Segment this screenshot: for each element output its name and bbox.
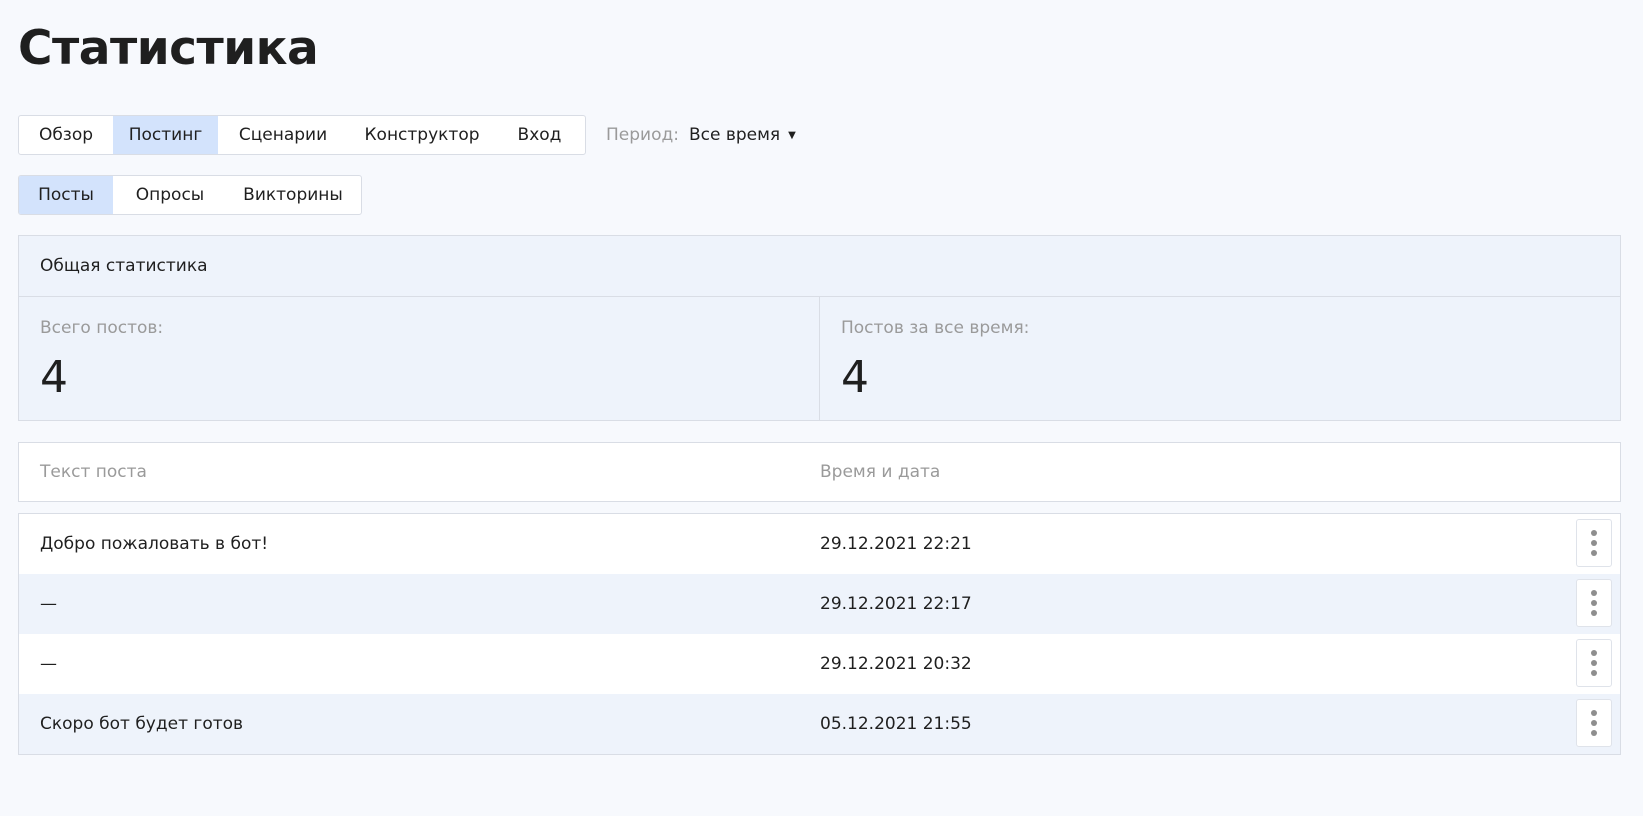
tab-quizzes[interactable]: Викторины [227, 176, 359, 214]
table-row: — 29.12.2021 20:32 [19, 634, 1620, 694]
tab-login[interactable]: Вход [496, 116, 583, 154]
table-row: — 29.12.2021 22:17 [19, 574, 1620, 634]
total-posts-value: 4 [40, 352, 68, 403]
post-text: — [40, 654, 57, 674]
tab-posts[interactable]: Посты [19, 176, 113, 214]
post-text: Добро пожаловать в бот! [40, 534, 269, 554]
post-time: 29.12.2021 22:21 [820, 534, 972, 554]
caret-down-icon: ▼ [788, 129, 796, 141]
tab-overview[interactable]: Обзор [19, 116, 113, 154]
alltime-posts-label: Постов за все время: [841, 318, 1030, 338]
total-posts-cell: Всего постов: 4 [19, 297, 819, 420]
table-row: Добро пожаловать в бот! 29.12.2021 22:21 [19, 514, 1620, 574]
tab-polls[interactable]: Опросы [113, 176, 227, 214]
column-header-text: Текст поста [40, 462, 147, 482]
alltime-posts-cell: Постов за все время: 4 [819, 297, 1620, 420]
post-text: Скоро бот будет готов [40, 714, 244, 734]
post-time: 05.12.2021 21:55 [820, 714, 972, 734]
more-vertical-icon[interactable] [1576, 579, 1612, 627]
column-header-time: Время и дата [820, 462, 941, 482]
post-time: 29.12.2021 22:17 [820, 594, 972, 614]
period-value: Все время [688, 125, 781, 145]
post-time: 29.12.2021 20:32 [820, 654, 972, 674]
more-vertical-icon[interactable] [1576, 519, 1612, 567]
period-select[interactable]: Все время ▼ [689, 125, 796, 145]
posts-table-header: Текст поста Время и дата [18, 442, 1621, 502]
table-row: Скоро бот будет готов 05.12.2021 21:55 [19, 694, 1620, 754]
more-vertical-icon[interactable] [1576, 639, 1612, 687]
total-posts-label: Всего постов: [40, 318, 164, 338]
alltime-posts-value: 4 [841, 352, 869, 403]
main-tabs: Обзор Постинг Сценарии Конструктор Вход [18, 115, 586, 155]
tab-posting[interactable]: Постинг [113, 116, 218, 154]
posts-table-body: Добро пожаловать в бот! 29.12.2021 22:21… [18, 513, 1621, 755]
post-text: — [40, 594, 57, 614]
period-filter: Период: Все время ▼ [606, 123, 796, 147]
tab-scenarios[interactable]: Сценарии [218, 116, 348, 154]
statistics-page: Статистика Обзор Постинг Сценарии Констр… [0, 0, 1643, 816]
page-title: Статистика [18, 21, 319, 76]
general-stats-header: Общая статистика [19, 236, 1620, 297]
more-vertical-icon[interactable] [1576, 699, 1612, 747]
general-stats-panel: Общая статистика Всего постов: 4 Постов … [18, 235, 1621, 421]
sub-tabs: Посты Опросы Викторины [18, 175, 362, 215]
tab-constructor[interactable]: Конструктор [348, 116, 496, 154]
period-label: Период: [606, 125, 679, 145]
